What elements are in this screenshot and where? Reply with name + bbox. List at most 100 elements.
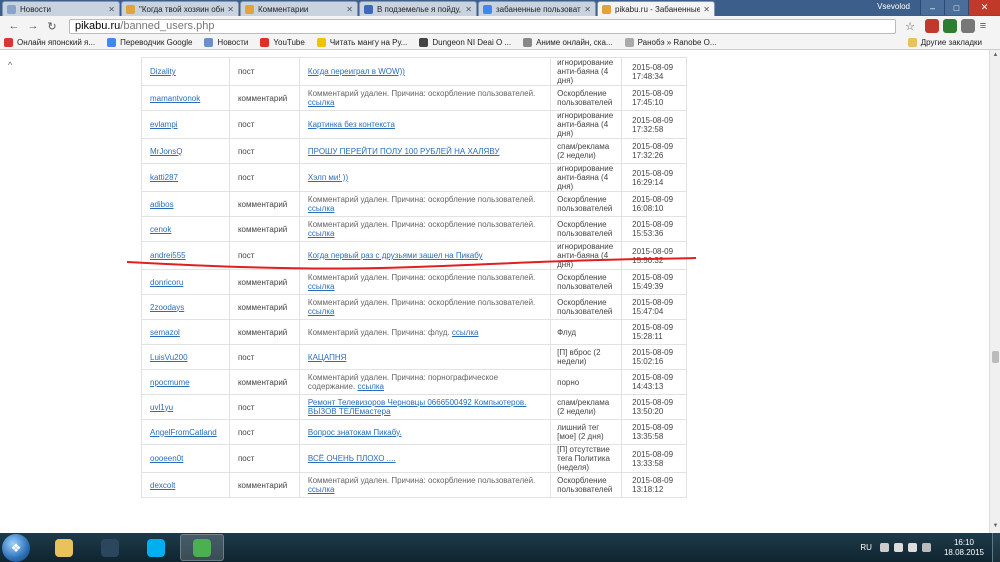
tab-close-icon[interactable]: ✕ [703, 5, 710, 14]
comment-link[interactable]: ссылка [308, 485, 335, 494]
post-link[interactable]: Ремонт Телевизоров Черновцы 0666500492 К… [308, 398, 527, 416]
page-scrollbar[interactable]: ▲ ▼ [989, 50, 1000, 533]
taskbar-skype-button[interactable] [134, 534, 178, 561]
taskbar-steam-button[interactable] [88, 534, 132, 561]
tray-network-icon[interactable] [893, 543, 903, 552]
scroll-up-arrow-icon[interactable]: ^ [8, 60, 12, 70]
post-link[interactable]: КАЦАПНЯ [308, 353, 346, 362]
address-bar[interactable]: pikabu.ru/banned_users.php [69, 18, 896, 34]
ban-time: 16:29:14 [632, 177, 664, 187]
datetime-cell: 2015-08-09 17:48:34 [621, 57, 687, 86]
comment-link[interactable]: ссылка [308, 282, 335, 291]
post-link[interactable]: Хэлп ми! )) [308, 173, 348, 182]
comment-link[interactable]: ссылка [452, 328, 479, 337]
user-link[interactable]: evlampi [150, 120, 178, 129]
bookmark-item[interactable]: Ранобэ » Ranobe O... [624, 38, 717, 47]
ban-time: 15:28:11 [632, 332, 663, 341]
user-link[interactable]: katti287 [150, 173, 178, 182]
comment-link[interactable]: ссылка [308, 307, 335, 316]
taskbar-apps [42, 534, 226, 561]
user-link[interactable]: Dizality [150, 67, 176, 76]
datetime-cell: 2015-08-09 14:43:13 [621, 369, 687, 395]
tab-close-icon[interactable]: ✕ [346, 5, 353, 14]
taskbar-folder-button[interactable] [42, 534, 86, 561]
bookmark-item[interactable]: YouTube [260, 38, 305, 47]
folder-icon [55, 538, 73, 557]
user-link[interactable]: uvl1yu [150, 403, 173, 412]
extension-icon[interactable] [961, 19, 975, 33]
post-link[interactable]: Когда первый раз с друзьями зашел на Пик… [308, 251, 483, 260]
post-link[interactable]: Картинка без контекста [308, 120, 395, 129]
user-link[interactable]: adibos [150, 200, 174, 209]
bookmark-item[interactable]: Новости [204, 38, 248, 47]
kind-cell: комментарий [228, 85, 300, 111]
datetime-cell: 2015-08-09 15:53:36 [621, 216, 687, 242]
back-icon[interactable]: ← [6, 18, 22, 34]
user-link[interactable]: donricoru [150, 278, 183, 287]
scrollbar-up-icon[interactable]: ▲ [991, 52, 1000, 60]
post-link[interactable]: ПРОШУ ПЕРЕЙТИ ПОЛУ 100 РУБЛЕЙ НА ХАЛЯВУ [308, 147, 500, 156]
ban-date: 2015-08-09 [632, 273, 674, 282]
maximize-button[interactable]: □ [944, 0, 968, 15]
tray-steam-icon[interactable] [879, 543, 889, 552]
show-desktop-button[interactable] [992, 533, 1000, 562]
bookmark-star-icon[interactable]: ☆ [902, 18, 918, 34]
user-link[interactable]: npocmume [150, 378, 190, 387]
comment-link[interactable]: ссылка [308, 229, 335, 238]
bookmark-item[interactable]: Переводчик Google [107, 38, 192, 47]
browser-tab[interactable]: Комментарии ✕ [240, 1, 358, 16]
shield-extension-icon[interactable] [943, 19, 957, 33]
post-link[interactable]: Когда переиграл в WOW)) [308, 67, 405, 76]
browser-tab[interactable]: "Когда твой хозяин обн ✕ [121, 1, 239, 16]
bookmark-item[interactable]: Онлайн японский я... [4, 38, 95, 47]
tab-close-icon[interactable]: ✕ [108, 5, 115, 14]
post-link[interactable]: Вопрос знатокам Пикабу. [308, 428, 402, 437]
reload-icon[interactable]: ↻ [44, 18, 60, 34]
browser-tab[interactable]: Новости ✕ [2, 1, 120, 16]
user-link[interactable]: andrei555 [150, 251, 186, 260]
bookmark-item[interactable]: Читать мангу на Ру... [316, 38, 407, 47]
post-link[interactable]: ВСЁ ОЧЕНЬ ПЛОХО .... [308, 454, 396, 463]
other-bookmarks-folder[interactable]: Другие закладки [907, 38, 982, 47]
user-link[interactable]: oooeen0t [150, 454, 183, 463]
language-indicator[interactable]: RU [860, 543, 872, 552]
browser-tab[interactable]: забаненные пользовате ✕ [478, 1, 596, 16]
minimize-button[interactable]: – [920, 0, 944, 15]
tab-close-icon[interactable]: ✕ [227, 5, 234, 14]
comment-link[interactable]: ссылка [308, 204, 335, 213]
menu-icon[interactable]: ≡ [975, 18, 991, 34]
clock[interactable]: 16:10 18.08.2015 [944, 538, 984, 558]
scrollbar-thumb[interactable] [992, 351, 999, 363]
user-link[interactable]: mamantvonok [150, 94, 200, 103]
user-link[interactable]: dexcolt [150, 481, 175, 490]
kind-cell: комментарий [228, 472, 300, 498]
comment-link[interactable]: ссылка [308, 98, 335, 107]
taskbar-chrome-button[interactable] [180, 534, 224, 561]
comment-link[interactable]: ссылка [357, 382, 384, 391]
ban-time: 14:43:13 [632, 382, 664, 391]
tab-title: забаненные пользовате [496, 4, 582, 14]
browser-tab[interactable]: pikabu.ru - Забаненные ✕ [597, 1, 715, 16]
adblock-extension-icon[interactable] [925, 19, 939, 33]
close-window-button[interactable]: ✕ [968, 0, 1000, 15]
profile-name[interactable]: Vsevolod [877, 2, 910, 11]
banned-users-table: Dizality пост Когда переиграл в WOW)) игнор… [141, 57, 687, 498]
ban-date: 2015-08-09 [632, 115, 674, 125]
user-link[interactable]: AngelFromCatland [150, 428, 217, 437]
scrollbar-down-icon[interactable]: ▼ [991, 523, 1000, 531]
tab-close-icon[interactable]: ✕ [584, 5, 591, 14]
user-link[interactable]: 2zoodays [150, 303, 184, 312]
tray-flag-icon[interactable] [921, 543, 931, 552]
tab-favicon-icon [245, 4, 254, 14]
forward-icon[interactable]: → [25, 18, 41, 34]
user-link[interactable]: cenok [150, 225, 171, 234]
tab-close-icon[interactable]: ✕ [465, 5, 472, 14]
user-link[interactable]: MrJonsQ [150, 147, 182, 156]
browser-tab[interactable]: В подземелье я пойду, т ✕ [359, 1, 477, 16]
user-link[interactable]: LuisVu200 [150, 353, 188, 362]
bookmark-item[interactable]: Аниме онлайн, ска... [523, 38, 613, 47]
user-link[interactable]: semazol [150, 328, 180, 337]
bookmark-item[interactable]: Dungeon NI Deai O ... [419, 38, 511, 47]
start-button[interactable]: ❖ [2, 533, 30, 562]
tray-volume-icon[interactable] [907, 543, 917, 552]
